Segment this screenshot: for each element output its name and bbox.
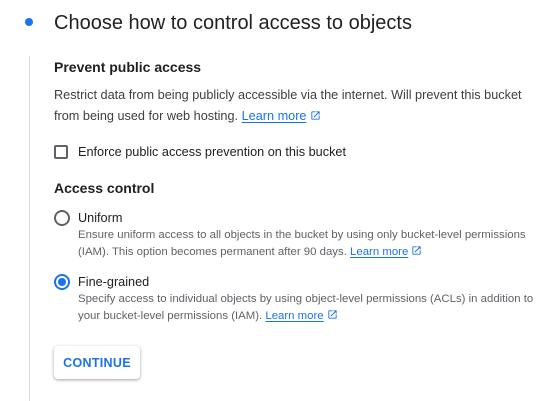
uniform-label[interactable]: Uniform (78, 209, 122, 227)
uniform-description-text: Ensure uniform access to all objects in … (78, 229, 526, 258)
fine-grained-description: Specify access to individual objects by … (78, 291, 538, 325)
open-in-new-icon[interactable] (327, 309, 338, 320)
step-dot-icon (25, 18, 33, 26)
fine-grained-label[interactable]: Fine-grained (78, 273, 149, 291)
fine-grained-learn-more-link[interactable]: Learn more (265, 310, 323, 322)
prevent-public-access-description: Restrict data from being publicly access… (54, 85, 524, 127)
access-control-heading: Access control (54, 180, 155, 196)
open-in-new-icon[interactable] (411, 245, 422, 256)
uniform-description: Ensure uniform access to all objects in … (78, 227, 538, 261)
step-connector-line (28, 56, 30, 401)
learn-more-label: Learn more (265, 310, 324, 322)
enforce-public-access-prevention-checkbox[interactable] (54, 145, 68, 159)
learn-more-label: Learn more (241, 109, 307, 123)
learn-more-label: Learn more (350, 246, 409, 258)
access-control-step: Choose how to control access to objects … (0, 0, 560, 401)
continue-button[interactable]: CONTINUE (54, 346, 140, 379)
fine-grained-radio[interactable] (54, 274, 70, 290)
enforce-public-access-prevention-checkbox-row[interactable]: Enforce public access prevention on this… (54, 143, 346, 161)
open-in-new-icon[interactable] (310, 110, 321, 121)
prevent-public-access-heading: Prevent public access (54, 59, 202, 75)
uniform-learn-more-link[interactable]: Learn more (350, 246, 408, 258)
prevent-public-access-learn-more-link[interactable]: Learn more (242, 109, 307, 123)
step-title: Choose how to control access to objects (54, 12, 412, 34)
enforce-public-access-prevention-label[interactable]: Enforce public access prevention on this… (78, 145, 346, 159)
uniform-radio[interactable] (54, 210, 70, 226)
